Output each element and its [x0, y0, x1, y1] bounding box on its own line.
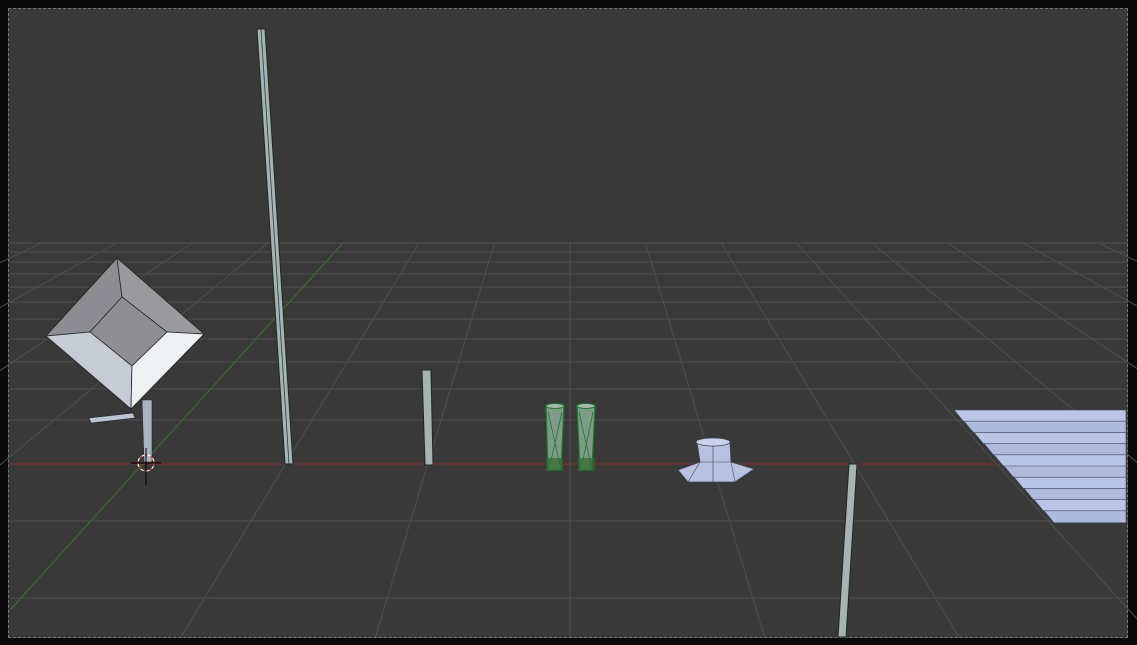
diamond-lamp-object[interactable] — [45, 257, 206, 463]
scene-canvas[interactable] — [0, 0, 1137, 645]
stair-step — [993, 454, 1127, 468]
floor-grid — [0, 242, 1137, 638]
hat-object[interactable] — [677, 437, 755, 483]
stair-step — [1033, 499, 1127, 512]
front-pole-object[interactable] — [837, 463, 858, 638]
stair-step — [1013, 476, 1127, 490]
stairs-object[interactable] — [953, 409, 1127, 524]
stair-step — [973, 432, 1127, 445]
stair-step — [953, 409, 1127, 423]
stair-step — [963, 420, 1127, 434]
short-pole-object[interactable] — [421, 369, 434, 466]
y-axis-line — [9, 242, 344, 611]
stair-step — [983, 443, 1127, 456]
stair-step — [1023, 488, 1127, 501]
stair-step — [1003, 465, 1127, 479]
3d-cursor-icon[interactable] — [131, 448, 161, 485]
stair-step — [1043, 510, 1127, 524]
blender-3d-viewport[interactable] — [0, 0, 1137, 645]
